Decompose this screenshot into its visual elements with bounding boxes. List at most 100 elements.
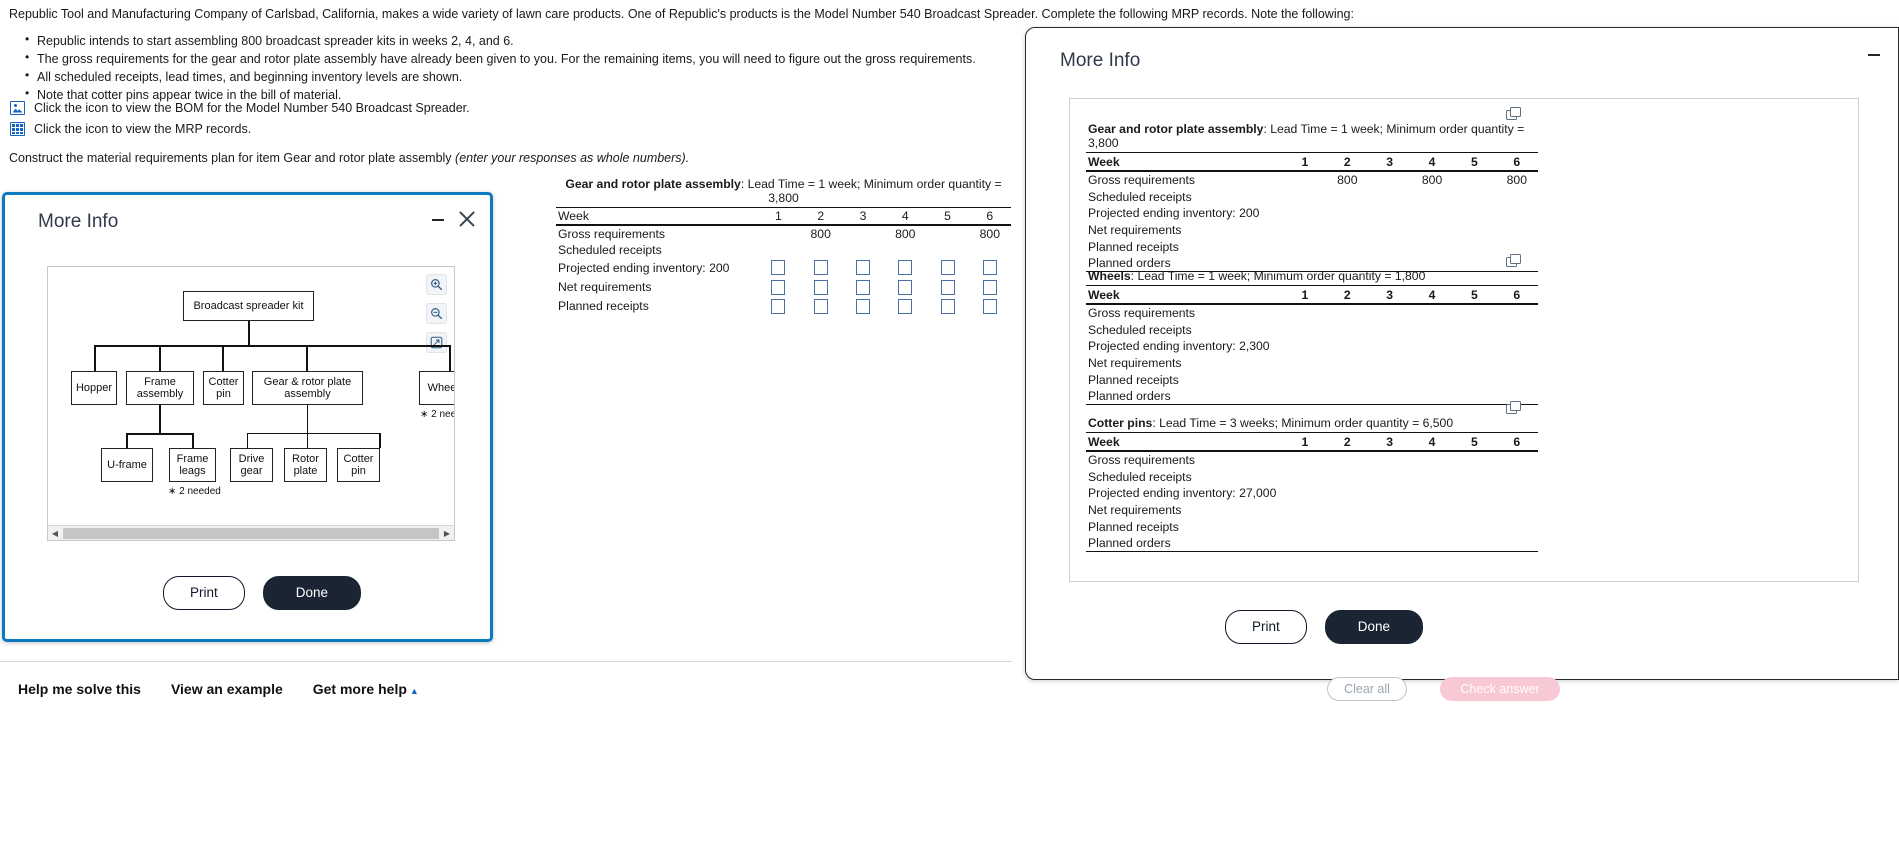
bom-node-u-frame: U-frame bbox=[101, 448, 153, 482]
answer-cell bbox=[842, 258, 884, 277]
help-me-solve-this-link[interactable]: Help me solve this bbox=[18, 681, 141, 697]
answer-cell bbox=[969, 277, 1011, 296]
scroll-left-icon[interactable]: ◀ bbox=[48, 529, 62, 538]
get-more-help-link[interactable]: Get more help ▲ bbox=[313, 681, 419, 697]
construct-instruction: Construct the material requirements plan… bbox=[9, 151, 689, 165]
row-label: Gross requirements bbox=[1088, 453, 1196, 468]
answer-cell bbox=[757, 277, 799, 296]
cell-value bbox=[1326, 534, 1369, 553]
answer-cell bbox=[800, 297, 842, 316]
scroll-right-icon[interactable]: ▶ bbox=[440, 529, 454, 538]
table-icon[interactable] bbox=[10, 122, 25, 136]
mrp-records-scroll-pane[interactable]: Gear and rotor plate assembly: Lead Time… bbox=[1069, 98, 1859, 582]
cell-value bbox=[1453, 387, 1496, 406]
answer-cell bbox=[884, 297, 926, 316]
answer-input[interactable] bbox=[982, 260, 997, 276]
cell-value bbox=[1411, 451, 1453, 469]
bom-node-root: Broadcast spreader kit bbox=[183, 291, 314, 321]
copy-icon[interactable] bbox=[1506, 401, 1521, 414]
open-external-icon[interactable] bbox=[426, 332, 447, 353]
cell-value bbox=[1411, 304, 1453, 322]
table-header-row: Week 1 2 3 4 5 6 bbox=[556, 207, 1011, 226]
answer-input[interactable] bbox=[771, 279, 786, 295]
cell-value bbox=[1411, 485, 1453, 502]
cell-value bbox=[1369, 518, 1411, 535]
bom-connector bbox=[159, 345, 161, 371]
cell-value bbox=[969, 242, 1011, 258]
zoom-in-icon[interactable] bbox=[426, 274, 447, 295]
answer-input[interactable] bbox=[813, 260, 828, 276]
answer-input[interactable] bbox=[940, 279, 955, 295]
answer-cell bbox=[926, 277, 968, 296]
image-icon[interactable] bbox=[10, 101, 25, 115]
print-button[interactable]: Print bbox=[1225, 610, 1307, 644]
row-label: Gross requirements bbox=[1088, 306, 1196, 321]
answer-input[interactable] bbox=[771, 298, 786, 314]
table-row: Projected ending inventory: 27,000 bbox=[1086, 485, 1538, 502]
cell-value bbox=[1326, 222, 1368, 239]
scrollbar-thumb[interactable] bbox=[63, 527, 439, 539]
copy-icon[interactable] bbox=[1506, 254, 1521, 267]
bom-connector bbox=[126, 433, 194, 435]
answer-input[interactable] bbox=[940, 298, 955, 314]
view-an-example-link[interactable]: View an example bbox=[171, 681, 283, 697]
cell-value bbox=[1284, 468, 1326, 485]
bom-node-drive-gear: Drive gear bbox=[230, 448, 273, 482]
week-col-4: 4 bbox=[884, 207, 927, 226]
cell-value bbox=[1369, 238, 1411, 255]
cell-value bbox=[1369, 371, 1411, 388]
bottom-toolbar: Help me solve this View an example Get m… bbox=[0, 661, 1012, 717]
zoom-out-icon[interactable] bbox=[426, 303, 447, 324]
row-label: Gross requirements bbox=[558, 227, 666, 241]
done-button[interactable]: Done bbox=[1324, 610, 1424, 644]
answer-input[interactable] bbox=[855, 279, 870, 295]
clear-all-button[interactable]: Clear all bbox=[1327, 677, 1407, 701]
minimize-icon[interactable] bbox=[430, 211, 446, 227]
answer-input[interactable] bbox=[982, 279, 997, 295]
answer-input[interactable] bbox=[813, 279, 828, 295]
answer-cell bbox=[800, 258, 842, 277]
cell-value bbox=[1283, 534, 1327, 553]
answer-input[interactable] bbox=[982, 298, 997, 314]
answer-input[interactable] bbox=[855, 260, 870, 276]
dialog-title: More Info bbox=[1060, 50, 1141, 71]
bom-link-row[interactable]: Click the icon to view the BOM for the M… bbox=[10, 101, 470, 115]
minimize-icon[interactable] bbox=[1866, 46, 1882, 62]
answer-input[interactable] bbox=[855, 298, 870, 314]
cell-value: 800 bbox=[979, 227, 1000, 241]
row-label: Planned receipts bbox=[1088, 372, 1179, 387]
bom-node-rotor-plate: Rotor plate bbox=[284, 448, 327, 482]
bom-horizontal-scrollbar[interactable]: ◀ ▶ bbox=[48, 525, 454, 540]
table-row: Gross requirements 800 800 800 bbox=[1086, 171, 1538, 189]
row-label: Projected ending inventory: 200 bbox=[558, 260, 730, 275]
answer-input[interactable] bbox=[813, 298, 828, 314]
answer-input[interactable] bbox=[771, 260, 786, 276]
table-row: Projected ending inventory: 200 bbox=[1086, 205, 1538, 222]
cell-value bbox=[1369, 338, 1411, 355]
answer-input[interactable] bbox=[898, 279, 913, 295]
close-icon[interactable] bbox=[458, 210, 476, 228]
done-button[interactable]: Done bbox=[262, 576, 362, 610]
bom-node-gear-rotor-plate-assembly: Gear & rotor plate assembly bbox=[252, 371, 363, 405]
cell-value bbox=[1284, 205, 1326, 222]
cell-value bbox=[1284, 518, 1326, 535]
answer-cell bbox=[969, 297, 1011, 316]
row-label: Gross requirements bbox=[1088, 173, 1196, 188]
answer-input[interactable] bbox=[940, 260, 955, 276]
copy-icon[interactable] bbox=[1506, 107, 1521, 120]
cell-value bbox=[1326, 451, 1368, 469]
bom-node-frame-leags: Frame leags bbox=[169, 448, 216, 482]
cell-value bbox=[757, 242, 799, 258]
cell-value bbox=[757, 225, 799, 242]
mrp-link-row[interactable]: Click the icon to view the MRP records. bbox=[10, 122, 251, 136]
cell-value bbox=[1453, 222, 1495, 239]
cell-value bbox=[1411, 205, 1453, 222]
table-header-row: Week 1 2 3 4 5 6 bbox=[1086, 285, 1538, 305]
table-row: Scheduled receipts bbox=[1086, 468, 1538, 485]
cell-value bbox=[1369, 502, 1411, 519]
answer-input[interactable] bbox=[898, 298, 913, 314]
check-answer-button[interactable]: Check answer bbox=[1440, 677, 1560, 701]
answer-input[interactable] bbox=[898, 260, 913, 276]
bom-connector bbox=[449, 345, 451, 371]
print-button[interactable]: Print bbox=[163, 576, 245, 610]
